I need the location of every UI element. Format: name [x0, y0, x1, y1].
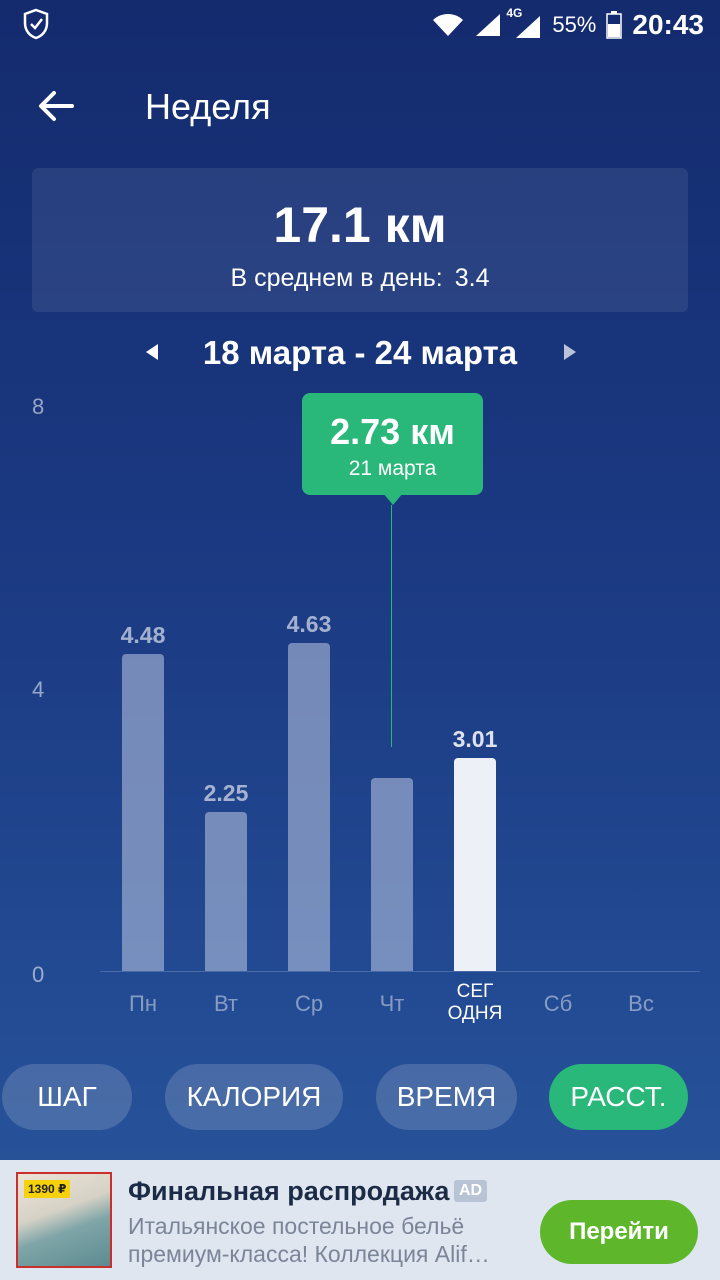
x-tick-label: Сб: [543, 991, 573, 1016]
app-bar: Неделя: [0, 60, 720, 150]
ad-cta-button[interactable]: Перейти: [540, 1200, 698, 1264]
tooltip-pointer: [383, 493, 403, 505]
chart-bar[interactable]: [371, 777, 413, 971]
weekly-summary-card: 17.1 км В среднем в день: 3.4: [32, 168, 688, 312]
ad-banner[interactable]: 1390 ₽ Финальная распродажа AD Итальянск…: [0, 1160, 720, 1280]
x-tick-label: Ср: [294, 991, 324, 1016]
bar-value-label: 4.63: [286, 611, 332, 638]
bar-value-label: 2.25: [203, 779, 249, 806]
chart-baseline: [100, 971, 700, 972]
bar-value-label: 3.01: [452, 726, 498, 753]
tab-calories[interactable]: КАЛОРИЯ: [165, 1064, 343, 1130]
tab-time[interactable]: ВРЕМЯ: [376, 1064, 517, 1130]
ad-title[interactable]: Финальная распродажа: [128, 1176, 449, 1207]
chart-bar[interactable]: [288, 643, 330, 971]
ad-thumbnail[interactable]: 1390 ₽: [16, 1172, 112, 1268]
signal-icon: [476, 14, 501, 36]
status-bar: 4G 55% 20:43: [0, 0, 720, 50]
network-label: 4G: [506, 6, 523, 20]
tab-distance[interactable]: РАССТ.: [549, 1064, 688, 1130]
chart-bar[interactable]: [122, 654, 164, 971]
tooltip-value: 2.73 км: [330, 411, 455, 452]
chart-bar[interactable]: [454, 758, 496, 971]
x-tick-label: Пн: [129, 991, 157, 1016]
shield-icon: [23, 8, 49, 40]
clock: 20:43: [632, 9, 704, 40]
metric-tabs: ШАГ КАЛОРИЯ ВРЕМЯ РАССТ.: [0, 1064, 720, 1130]
battery-icon: [606, 11, 623, 39]
triangle-right-icon[interactable]: [564, 344, 576, 360]
ad-badge: AD: [454, 1180, 488, 1202]
x-tick-label: Чт: [379, 991, 405, 1016]
x-tick-label: Вс: [628, 991, 654, 1016]
battery-percent: 55%: [552, 12, 597, 37]
selected-bar-guide-line: [391, 505, 392, 747]
bar-value-label: 4.48: [120, 622, 166, 649]
tooltip-date: 21 марта: [348, 457, 437, 480]
x-tick-label: СЕГ ОДНЯ: [447, 981, 503, 1024]
daily-average-value: 3.4: [454, 264, 490, 292]
date-range-nav: 18 марта - 24 марта: [0, 330, 720, 380]
bar-tooltip: 2.73 км 21 марта: [302, 393, 483, 505]
daily-average: В среднем в день: 3.4: [32, 264, 688, 293]
arrow-left-icon[interactable]: [30, 80, 82, 132]
daily-average-label: В среднем в день:: [230, 264, 443, 292]
weekly-total: 17.1 км: [273, 197, 447, 253]
wifi-icon: [433, 14, 464, 36]
ad-description[interactable]: Итальянское постельное бельё премиум-кла…: [128, 1212, 518, 1268]
tab-steps[interactable]: ШАГ: [2, 1064, 132, 1130]
signal-4g-icon: 4G: [506, 6, 542, 40]
x-tick-label: Вт: [213, 991, 239, 1016]
date-range-label: 18 марта - 24 марта: [202, 334, 518, 371]
chart-bar[interactable]: [205, 811, 247, 971]
ad-thumbnail-price: 1390 ₽: [24, 1180, 71, 1198]
page-title: Неделя: [145, 86, 271, 127]
